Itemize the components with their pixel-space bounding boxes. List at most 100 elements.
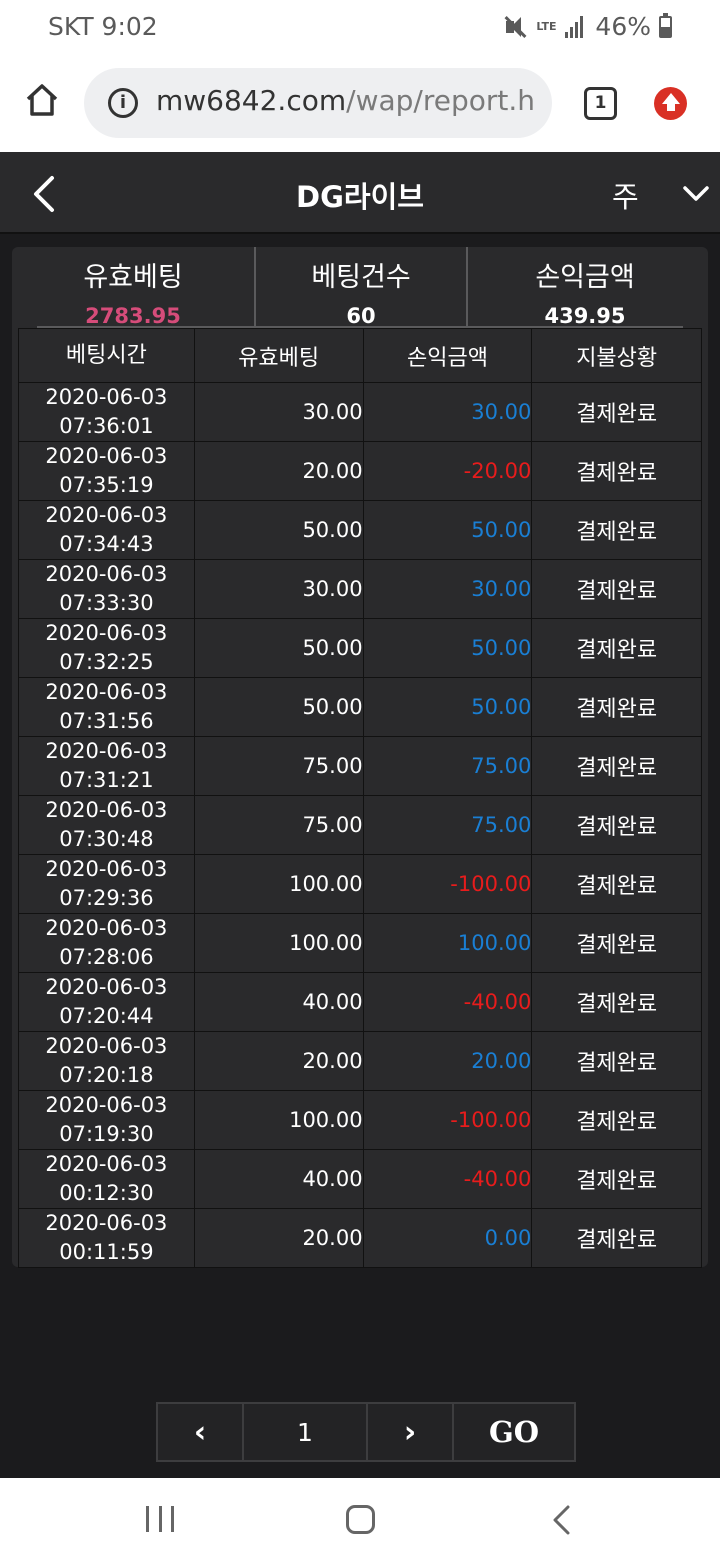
bet-date: 2020-06-03 [45, 562, 168, 586]
summary-label: 손익금액 [535, 262, 635, 293]
bet-time-cell: 2020-06-03 07:20:44 [18, 972, 195, 1032]
payment-status-cell: 결제완료 [531, 913, 702, 973]
valid-bet-cell: 50.00 [193, 677, 364, 737]
table-row: 2020-06-03 07:29:36 100.00 -100.00 결제완료 [18, 854, 702, 914]
info-icon[interactable]: i [108, 88, 138, 118]
bet-clock-time: 00:11:59 [59, 1240, 154, 1264]
bet-time-cell: 2020-06-03 07:30:48 [18, 795, 195, 855]
bet-time-cell: 2020-06-03 07:35:19 [18, 441, 195, 501]
bet-date: 2020-06-03 [45, 503, 168, 527]
summary-value: 439.95 [544, 304, 626, 328]
column-header: 베팅시간 [18, 328, 195, 383]
table-row: 2020-06-03 07:20:18 20.00 20.00 결제완료 [18, 1031, 702, 1091]
valid-bet-cell: 50.00 [193, 618, 364, 678]
bet-clock-time: 07:33:30 [59, 591, 154, 615]
bet-time-cell: 2020-06-03 07:34:43 [18, 500, 195, 560]
url-host: mw6842.com [156, 84, 347, 117]
summary-label: 베팅건수 [311, 262, 411, 293]
recents-icon[interactable] [146, 1506, 174, 1532]
profit-loss-cell: 30.00 [362, 382, 533, 442]
bet-time-cell: 2020-06-03 07:33:30 [18, 559, 195, 619]
bet-time-cell: 2020-06-03 00:11:59 [18, 1208, 195, 1268]
address-bar[interactable]: i mw6842.com/wap/report.h [84, 68, 552, 138]
home-nav-icon[interactable] [346, 1505, 375, 1534]
table-row: 2020-06-03 07:36:01 30.00 30.00 결제완료 [18, 382, 702, 442]
bet-clock-time: 07:30:48 [59, 827, 154, 851]
page-number[interactable]: 1 [244, 1404, 368, 1460]
bet-date: 2020-06-03 [45, 798, 168, 822]
table-row: 2020-06-03 07:20:44 40.00 -40.00 결제완료 [18, 972, 702, 1032]
valid-bet-cell: 20.00 [193, 1031, 364, 1091]
next-page-button[interactable]: › [368, 1404, 454, 1460]
back-nav-icon[interactable] [550, 1504, 574, 1536]
profit-loss-cell: 30.00 [362, 559, 533, 619]
table-row: 2020-06-03 00:11:59 20.00 0.00 결제완료 [18, 1208, 702, 1268]
go-button[interactable]: GO [454, 1404, 574, 1460]
profit-loss-cell: 75.00 [362, 795, 533, 855]
payment-status-cell: 결제완료 [531, 382, 702, 442]
app-header: DG라이브 주 [0, 152, 720, 234]
profit-loss-cell: 0.00 [362, 1208, 533, 1268]
table-row: 2020-06-03 00:12:30 40.00 -40.00 결제완료 [18, 1149, 702, 1209]
profit-loss-cell: -20.00 [362, 441, 533, 501]
valid-bet-cell: 100.00 [193, 1090, 364, 1150]
bet-time-cell: 2020-06-03 00:12:30 [18, 1149, 195, 1209]
payment-status-cell: 결제완료 [531, 1149, 702, 1209]
profit-loss-cell: 50.00 [362, 677, 533, 737]
battery-percent: 46% [595, 12, 651, 41]
tabs-icon[interactable]: 1 [584, 87, 617, 120]
summary-label: 유효베팅 [83, 262, 183, 293]
bet-time-cell: 2020-06-03 07:29:36 [18, 854, 195, 914]
table-row: 2020-06-03 07:31:21 75.00 75.00 결제완료 [18, 736, 702, 796]
bet-time-cell: 2020-06-03 07:36:01 [18, 382, 195, 442]
bet-clock-time: 07:31:56 [59, 709, 154, 733]
battery-icon [659, 12, 672, 38]
bet-clock-time: 07:19:30 [59, 1122, 154, 1146]
table-row: 2020-06-03 07:19:30 100.00 -100.00 결제완료 [18, 1090, 702, 1150]
url-text[interactable]: mw6842.com/wap/report.h [156, 84, 535, 117]
table-row: 2020-06-03 07:35:19 20.00 -20.00 결제완료 [18, 441, 702, 501]
payment-status-cell: 결제완료 [531, 1208, 702, 1268]
profit-loss-cell: -100.00 [362, 1090, 533, 1150]
bet-time-cell: 2020-06-03 07:28:06 [18, 913, 195, 973]
bet-time-cell: 2020-06-03 07:20:18 [18, 1031, 195, 1091]
bet-clock-time: 07:36:01 [59, 414, 154, 438]
table-row: 2020-06-03 07:32:25 50.00 50.00 결제완료 [18, 618, 702, 678]
bet-date: 2020-06-03 [45, 1211, 168, 1235]
bet-clock-time: 07:31:21 [59, 768, 154, 792]
valid-bet-cell: 40.00 [193, 972, 364, 1032]
summary-value: 60 [346, 304, 376, 328]
table-row: 2020-06-03 07:34:43 50.00 50.00 결제완료 [18, 500, 702, 560]
update-icon[interactable] [654, 87, 687, 120]
chevron-down-icon[interactable] [682, 182, 710, 206]
valid-bet-cell: 40.00 [193, 1149, 364, 1209]
bet-clock-time: 07:35:19 [59, 473, 154, 497]
bet-date: 2020-06-03 [45, 444, 168, 468]
bet-date: 2020-06-03 [45, 975, 168, 999]
bet-date: 2020-06-03 [45, 1034, 168, 1058]
summary-value: 2783.95 [85, 304, 181, 328]
table-row: 2020-06-03 07:31:56 50.00 50.00 결제완료 [18, 677, 702, 737]
summary: 유효베팅 2783.95 베팅건수 60 손익금액 439.95 [12, 247, 702, 328]
bet-date: 2020-06-03 [45, 1093, 168, 1117]
valid-bet-cell: 100.00 [193, 913, 364, 973]
valid-bet-cell: 100.00 [193, 854, 364, 914]
bet-clock-time: 07:20:44 [59, 1004, 154, 1028]
pagination: ‹ 1 › GO [156, 1402, 576, 1462]
home-icon[interactable] [24, 82, 60, 118]
mute-icon [503, 15, 527, 39]
payment-status-cell: 결제완료 [531, 1090, 702, 1150]
payment-status-cell: 결제완료 [531, 500, 702, 560]
valid-bet-cell: 20.00 [193, 441, 364, 501]
url-path: /wap/report.h [346, 84, 536, 117]
bet-clock-time: 07:32:25 [59, 650, 154, 674]
valid-bet-cell: 20.00 [193, 1208, 364, 1268]
payment-status-cell: 결제완료 [531, 795, 702, 855]
system-nav-bar [0, 1478, 720, 1560]
summary-bet-count: 베팅건수 60 [254, 247, 466, 328]
profit-loss-cell: 100.00 [362, 913, 533, 973]
profit-loss-cell: 75.00 [362, 736, 533, 796]
payment-status-cell: 결제완료 [531, 559, 702, 619]
period-select[interactable]: 주 [612, 174, 639, 216]
prev-page-button[interactable]: ‹ [158, 1404, 244, 1460]
